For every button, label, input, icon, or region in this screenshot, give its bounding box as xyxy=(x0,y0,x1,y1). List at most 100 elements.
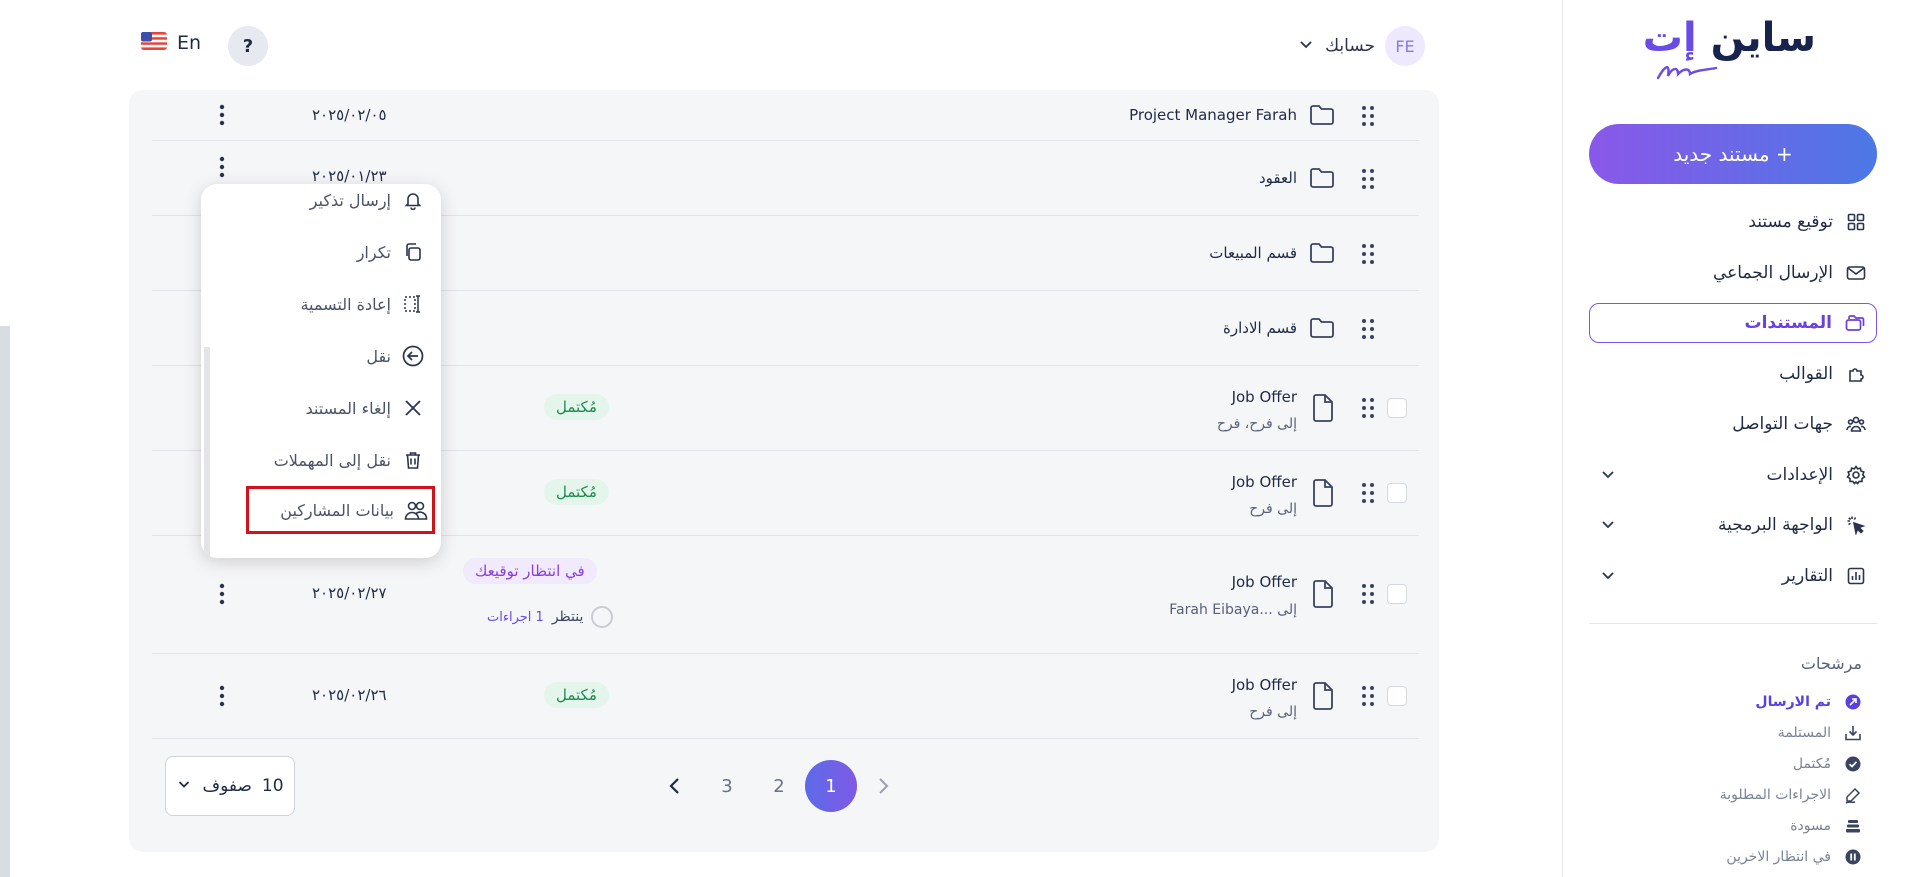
account-menu[interactable]: FE حسابك xyxy=(1297,26,1425,66)
sidebar-item-documents[interactable]: المستندات xyxy=(1589,303,1877,343)
row-checkbox[interactable] xyxy=(1387,398,1407,418)
pagination-next-button[interactable] xyxy=(857,760,909,812)
logo-text-main: ساين xyxy=(1710,15,1816,61)
chevron-down-icon[interactable] xyxy=(1599,465,1617,488)
pagination-prev-button[interactable] xyxy=(649,760,701,812)
pause-circle-icon xyxy=(1843,847,1863,867)
page-scrollbar[interactable] xyxy=(0,326,10,877)
page-1[interactable]: 1 xyxy=(805,760,857,812)
filter-label: في انتظار الاخرين xyxy=(1726,848,1831,865)
sidebar-item-settings[interactable]: الإعدادات xyxy=(1589,455,1877,495)
filter-completed[interactable]: مُكتمل xyxy=(1589,748,1877,779)
sidebar-item-reports[interactable]: التقارير xyxy=(1589,556,1877,596)
sidebar-item-api[interactable]: الواجهة البرمجية xyxy=(1589,505,1877,545)
drag-handle-icon[interactable] xyxy=(1361,105,1375,127)
drag-handle-icon[interactable] xyxy=(1361,168,1375,190)
pending-count: 1 اجراءات xyxy=(487,609,544,625)
signit-logo[interactable]: ساين إت xyxy=(1643,15,1816,80)
row-recipients: إلى فرح xyxy=(1249,704,1297,720)
kebab-menu-icon[interactable] xyxy=(217,103,227,127)
row-checkbox[interactable] xyxy=(1387,483,1407,503)
row-name[interactable]: Job Offer xyxy=(1232,473,1297,491)
sidebar: ساين إت + مستند جديد توقيع مستند الإرسال… xyxy=(1562,0,1912,877)
table-row[interactable]: Project Manager Farah ٢٠٢٥/٠٢/٠٥ xyxy=(152,90,1419,141)
participants-icon xyxy=(404,498,428,522)
row-name[interactable]: قسم المبيعات xyxy=(1209,244,1297,262)
row-name[interactable]: Job Offer xyxy=(1232,573,1297,591)
row-name[interactable]: قسم الادارة xyxy=(1223,319,1297,337)
menu-item-label: إرسال تذكير xyxy=(309,190,391,210)
logo-text-accent: إت xyxy=(1642,15,1697,61)
language-switcher[interactable]: En xyxy=(141,32,201,54)
menu-item-label: بيانات المشاركين xyxy=(280,500,394,520)
row-checkbox[interactable] xyxy=(1387,686,1407,706)
help-button[interactable]: ? xyxy=(228,26,268,66)
document-icon xyxy=(1309,580,1335,608)
menu-item-label: نقل xyxy=(366,346,391,366)
move-arrow-icon xyxy=(401,344,425,368)
puzzle-icon xyxy=(1845,363,1867,385)
x-icon xyxy=(401,396,425,420)
menu-item-move[interactable]: نقل xyxy=(366,336,431,376)
filter-received[interactable]: المستلمة xyxy=(1589,717,1877,748)
menu-item-send-reminder[interactable]: إرسال تذكير xyxy=(310,184,431,220)
sidebar-item-contacts[interactable]: جهات التواصل xyxy=(1589,404,1877,444)
filter-draft[interactable]: مسودة xyxy=(1589,810,1877,841)
rows-count: 10 xyxy=(261,776,284,796)
sidebar-item-sign-document[interactable]: توقيع مستند xyxy=(1589,202,1877,242)
sidebar-item-bulk-send[interactable]: الإرسال الجماعي xyxy=(1589,253,1877,293)
chevron-down-icon xyxy=(1297,35,1315,57)
row-name[interactable]: العقود xyxy=(1259,169,1297,187)
menu-item-duplicate[interactable]: تكرار xyxy=(357,232,431,272)
filter-sent[interactable]: تم الارسال xyxy=(1589,686,1877,717)
document-icon xyxy=(1309,479,1335,507)
filter-label: تم الارسال xyxy=(1755,693,1831,710)
row-checkbox[interactable] xyxy=(1387,584,1407,604)
drag-handle-icon[interactable] xyxy=(1361,482,1375,504)
sidebar-item-label: جهات التواصل xyxy=(1732,414,1833,434)
page-3[interactable]: 3 xyxy=(701,760,753,812)
drag-handle-icon[interactable] xyxy=(1361,318,1375,340)
row-name[interactable]: Job Offer xyxy=(1232,676,1297,694)
filter-actions-required[interactable]: الاجراءات المطلوبة xyxy=(1589,779,1877,810)
pending-actions[interactable]: ينتظر 1 اجراءات xyxy=(487,606,614,628)
menu-item-move-to-trash[interactable]: نقل إلى المهملات xyxy=(274,440,431,480)
filter-label: الاجراءات المطلوبة xyxy=(1719,786,1831,803)
menu-scrollbar[interactable] xyxy=(204,347,210,558)
menu-item-label: تكرار xyxy=(356,242,391,262)
filter-waiting-others[interactable]: في انتظار الاخرين xyxy=(1589,841,1877,872)
chevron-down-icon[interactable] xyxy=(1599,515,1617,538)
drag-handle-icon[interactable] xyxy=(1361,583,1375,605)
status-badge: في انتظار توقيعك xyxy=(463,558,597,584)
top-header: FE حسابك ? En xyxy=(127,18,1437,74)
drag-handle-icon[interactable] xyxy=(1361,397,1375,419)
menu-item-participants-data[interactable]: بيانات المشاركين xyxy=(246,486,435,534)
rows-per-page-select[interactable]: 10 صفوف xyxy=(165,756,295,816)
row-name[interactable]: Job Offer xyxy=(1232,388,1297,406)
page-2[interactable]: 2 xyxy=(753,760,805,812)
status-badge: مُكتمل xyxy=(544,394,609,420)
menu-item-cancel-document[interactable]: إلغاء المستند xyxy=(306,388,431,428)
menu-item-rename[interactable]: إعادة التسمية xyxy=(300,284,431,324)
folder-icon xyxy=(1309,241,1335,267)
account-label: حسابك xyxy=(1325,36,1375,56)
kebab-menu-icon[interactable] xyxy=(217,582,227,606)
stack-icon xyxy=(1843,816,1863,836)
drag-handle-icon[interactable] xyxy=(1361,243,1375,265)
sidebar-item-label: الواجهة البرمجية xyxy=(1717,515,1833,535)
kebab-menu-icon[interactable] xyxy=(217,155,227,179)
sidebar-item-label: التقارير xyxy=(1781,565,1833,586)
kebab-menu-icon[interactable] xyxy=(217,684,227,708)
filters-list: تم الارسال المستلمة مُكتمل الاجراءات الم… xyxy=(1589,686,1877,872)
chevron-down-icon[interactable] xyxy=(1599,566,1617,589)
contacts-icon xyxy=(1845,413,1867,435)
check-circle-icon xyxy=(1843,754,1863,774)
row-name[interactable]: Project Manager Farah xyxy=(1129,106,1297,124)
new-document-button[interactable]: + مستند جديد xyxy=(1589,124,1877,184)
filter-label: مُكتمل xyxy=(1792,755,1831,772)
gear-icon xyxy=(1845,464,1867,486)
chart-icon xyxy=(1845,565,1867,587)
drag-handle-icon[interactable] xyxy=(1361,685,1375,707)
sidebar-item-templates[interactable]: القوالب xyxy=(1589,354,1877,394)
table-row[interactable]: Job Offer إلى فرح مُكتمل ٢٠٢٥/٠٢/٢٦ xyxy=(152,654,1419,739)
